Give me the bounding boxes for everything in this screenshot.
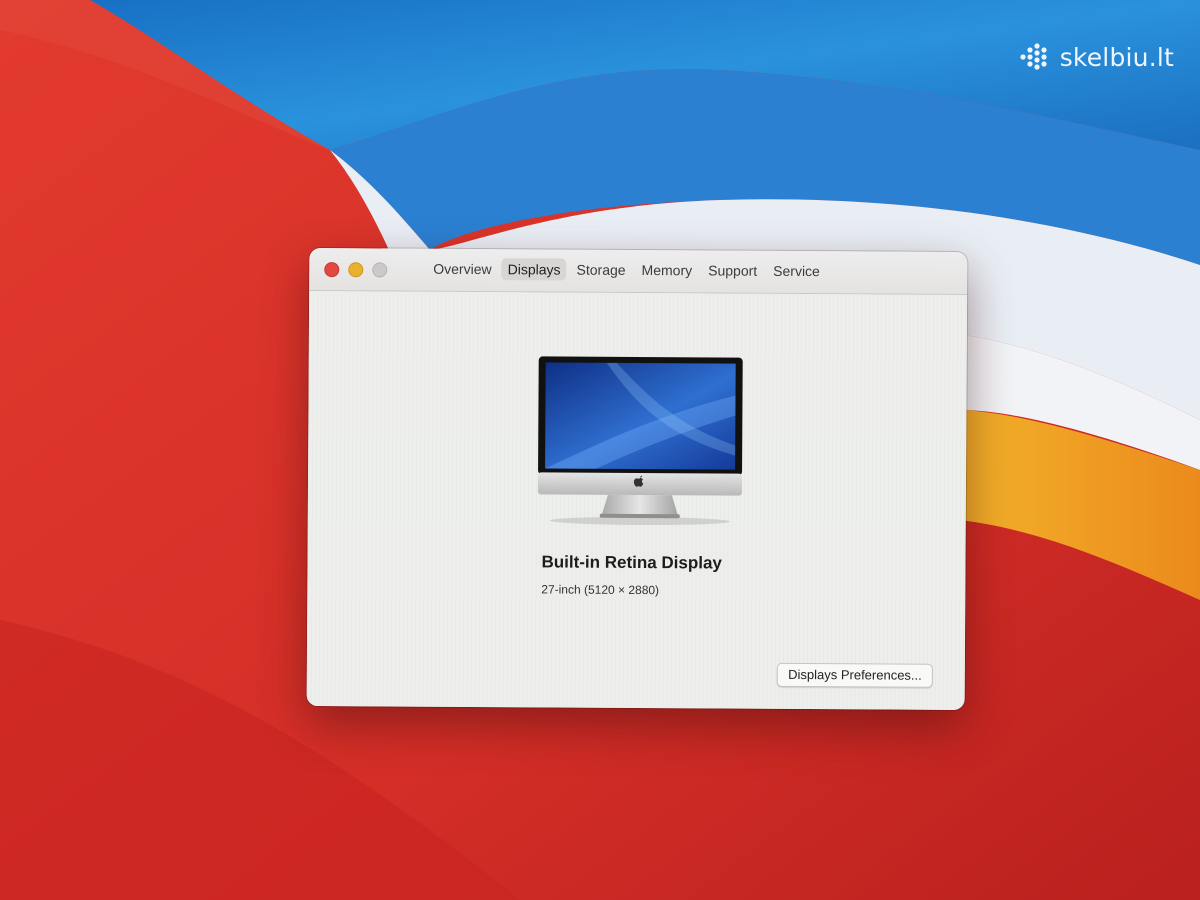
minimize-button[interactable] [348,262,364,278]
tab-memory[interactable]: Memory [636,259,699,281]
displays-pane: Built-in Retina Display 27-inch (5120 × … [306,290,968,711]
skelbiu-logo-icon [1020,43,1047,70]
tab-bar: Overview Displays Storage Memory Support… [427,258,826,282]
zoom-button[interactable] [372,262,388,278]
title-bar[interactable]: Overview Displays Storage Memory Support… [309,247,968,296]
tab-support[interactable]: Support [702,259,763,281]
watermark: skelbiu.lt [1018,42,1174,72]
close-button[interactable] [324,262,340,278]
tab-storage[interactable]: Storage [570,259,631,281]
tab-displays[interactable]: Displays [501,258,567,281]
display-name: Built-in Retina Display [541,552,722,573]
about-this-mac-window: Overview Displays Storage Memory Support… [306,247,968,711]
watermark-text: skelbiu.lt [1059,42,1174,72]
tab-service[interactable]: Service [767,260,826,282]
displays-preferences-button[interactable]: Displays Preferences... [777,662,933,688]
tab-overview[interactable]: Overview [427,258,497,280]
window-controls [324,262,388,278]
imac-icon [537,356,743,526]
display-spec: 27-inch (5120 × 2880) [541,582,660,598]
